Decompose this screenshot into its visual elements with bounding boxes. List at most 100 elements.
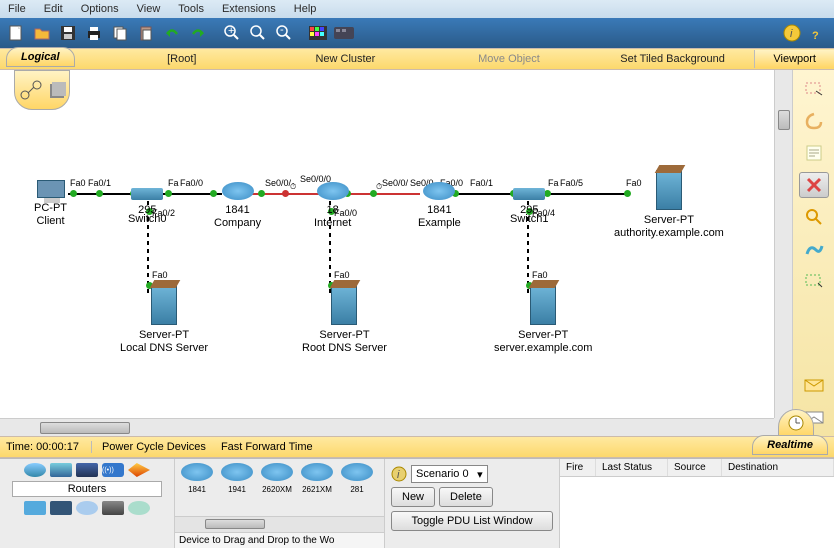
horizontal-scrollbar[interactable] <box>0 418 774 436</box>
help-icon[interactable]: ? <box>806 21 830 45</box>
model-1941[interactable]: 1941 <box>219 463 255 512</box>
open-icon[interactable] <box>30 21 54 45</box>
info-icon[interactable]: i <box>780 21 804 45</box>
scenario-select[interactable]: Scenario 0 <box>411 465 488 483</box>
device-router-example[interactable]: 1841 Example <box>418 182 461 229</box>
save-icon[interactable] <box>56 21 80 45</box>
viewport-button[interactable]: Viewport <box>754 50 834 68</box>
note-tool-icon[interactable] <box>799 140 829 166</box>
simple-pdu-icon[interactable] <box>799 372 829 398</box>
pdu-list-body[interactable] <box>560 477 834 548</box>
pdu-col-dest[interactable]: Destination <box>722 459 834 476</box>
logical-tab[interactable]: Logical <box>6 47 75 67</box>
workspace-canvas[interactable]: ⏱ ⏱ Fa0 Fa0/1 Fa Fa0/0 Se0/0/ Se0/0/0 Se… <box>0 70 792 436</box>
inspect-tool-icon[interactable] <box>799 204 829 230</box>
cat-security-icon[interactable] <box>50 501 72 515</box>
device-models-panel: 1841 1941 2620XM 2621XM 281 Device to Dr… <box>175 459 385 548</box>
menu-tools[interactable]: Tools <box>178 3 204 15</box>
cat-switches-icon[interactable] <box>50 463 72 477</box>
toggle-pdu-button[interactable]: Toggle PDU List Window <box>391 511 553 531</box>
redo-icon[interactable] <box>186 21 210 45</box>
device-router-company[interactable]: 1841 Company <box>214 182 261 229</box>
delete-scenario-button[interactable]: Delete <box>439 487 493 507</box>
menu-options[interactable]: Options <box>81 3 119 15</box>
pdu-col-fire[interactable]: Fire <box>560 459 596 476</box>
main-toolbar: + - i ? <box>0 18 834 48</box>
cat-multiuser-icon[interactable] <box>128 501 150 515</box>
device-category-panel: ((•)) Routers <box>0 459 175 548</box>
print-icon[interactable] <box>82 21 106 45</box>
pdu-col-source[interactable]: Source <box>668 459 722 476</box>
menu-view[interactable]: View <box>137 3 161 15</box>
root-button[interactable]: [Root] <box>100 53 264 65</box>
cat-end-icon[interactable] <box>24 501 46 515</box>
port-label: Se0/0/ <box>382 178 408 188</box>
realtime-tab[interactable]: Realtime <box>752 435 828 455</box>
paste-icon[interactable] <box>134 21 158 45</box>
bottom-panel: ((•)) Routers 1841 1941 2620XM 2621XM 28… <box>0 458 834 548</box>
device-server-rootdns[interactable]: Server-PT Root DNS Server <box>302 285 387 354</box>
menu-extensions[interactable]: Extensions <box>222 3 276 15</box>
model-2620xm[interactable]: 2620XM <box>259 463 295 512</box>
undo-icon[interactable] <box>160 21 184 45</box>
select-tool-icon[interactable] <box>799 76 829 102</box>
new-scenario-button[interactable]: New <box>391 487 435 507</box>
menu-edit[interactable]: Edit <box>44 3 63 15</box>
device-server-example[interactable]: Server-PT server.example.com <box>494 285 592 354</box>
menu-bar: File Edit Options View Tools Extensions … <box>0 0 834 18</box>
port-label: Fa0/5 <box>560 178 583 188</box>
resize-tool-icon[interactable] <box>799 268 829 294</box>
palette-icon[interactable] <box>306 21 330 45</box>
power-cycle-button[interactable]: Power Cycle Devices <box>102 441 206 453</box>
new-file-icon[interactable] <box>4 21 28 45</box>
move-object-button: Move Object <box>427 53 591 65</box>
svg-text:+: + <box>228 25 234 37</box>
switch-icon <box>131 188 163 200</box>
model-2621xm[interactable]: 2621XM <box>299 463 335 512</box>
realtime-clock-icon[interactable] <box>778 409 814 437</box>
device-switch1[interactable]: 295 Switch1 <box>510 188 549 225</box>
zoom-out-icon[interactable]: - <box>272 21 296 45</box>
new-cluster-button[interactable]: New Cluster <box>264 53 428 65</box>
device-pc-client[interactable]: PC-PT Client <box>34 180 67 227</box>
cat-wan-icon[interactable] <box>76 501 98 515</box>
server-icon <box>151 285 177 325</box>
menu-file[interactable]: File <box>8 3 26 15</box>
zoom-in-icon[interactable]: + <box>220 21 244 45</box>
port-label: Fa0 <box>152 270 168 280</box>
cat-custom-icon[interactable] <box>102 501 124 515</box>
main-area: ⏱ ⏱ Fa0 Fa0/1 Fa Fa0/0 Se0/0/ Se0/0/0 Se… <box>0 70 834 436</box>
scenario-panel: i Scenario 0 New Delete Toggle PDU List … <box>385 459 560 548</box>
cat-hubs-icon[interactable] <box>76 463 98 477</box>
custom-device-icon[interactable] <box>332 21 356 45</box>
model-1841[interactable]: 1841 <box>179 463 215 512</box>
delete-tool-icon[interactable] <box>799 172 829 198</box>
model-281[interactable]: 281 <box>339 463 375 512</box>
port-label: Fa0 <box>70 178 86 188</box>
port-label: Fa <box>168 178 179 188</box>
copy-icon[interactable] <box>108 21 132 45</box>
port-label: Fa0/1 <box>470 178 493 188</box>
fast-forward-button[interactable]: Fast Forward Time <box>221 441 313 453</box>
vertical-scrollbar[interactable] <box>774 70 792 418</box>
models-scrollbar[interactable] <box>175 516 384 532</box>
logical-toolbar: Logical [Root] New Cluster Move Object S… <box>0 48 834 70</box>
realtime-bar: Time: 00:00:17 Power Cycle Devices Fast … <box>0 436 834 458</box>
pdu-col-status[interactable]: Last Status <box>596 459 668 476</box>
device-switch0[interactable]: 295 Switch0 <box>128 188 167 225</box>
draw-tool-icon[interactable] <box>799 236 829 262</box>
menu-help[interactable]: Help <box>294 3 317 15</box>
svg-text:?: ? <box>812 30 819 42</box>
cat-connections-icon[interactable] <box>128 463 150 477</box>
device-server-localdns[interactable]: Server-PT Local DNS Server <box>120 285 208 354</box>
device-server-authority[interactable]: Server-PT authority.example.com <box>614 170 724 239</box>
logical-view-toggle[interactable] <box>14 70 70 110</box>
server-icon <box>331 285 357 325</box>
set-tiled-bg-button[interactable]: Set Tiled Background <box>591 53 755 65</box>
cat-routers-icon[interactable] <box>24 463 46 477</box>
device-router-internet[interactable]: 18 Internet <box>314 182 351 229</box>
zoom-reset-icon[interactable] <box>246 21 270 45</box>
pdu-header: Fire Last Status Source Destination <box>560 459 834 477</box>
cat-wireless-icon[interactable]: ((•)) <box>102 463 124 477</box>
move-tool-icon[interactable] <box>799 108 829 134</box>
